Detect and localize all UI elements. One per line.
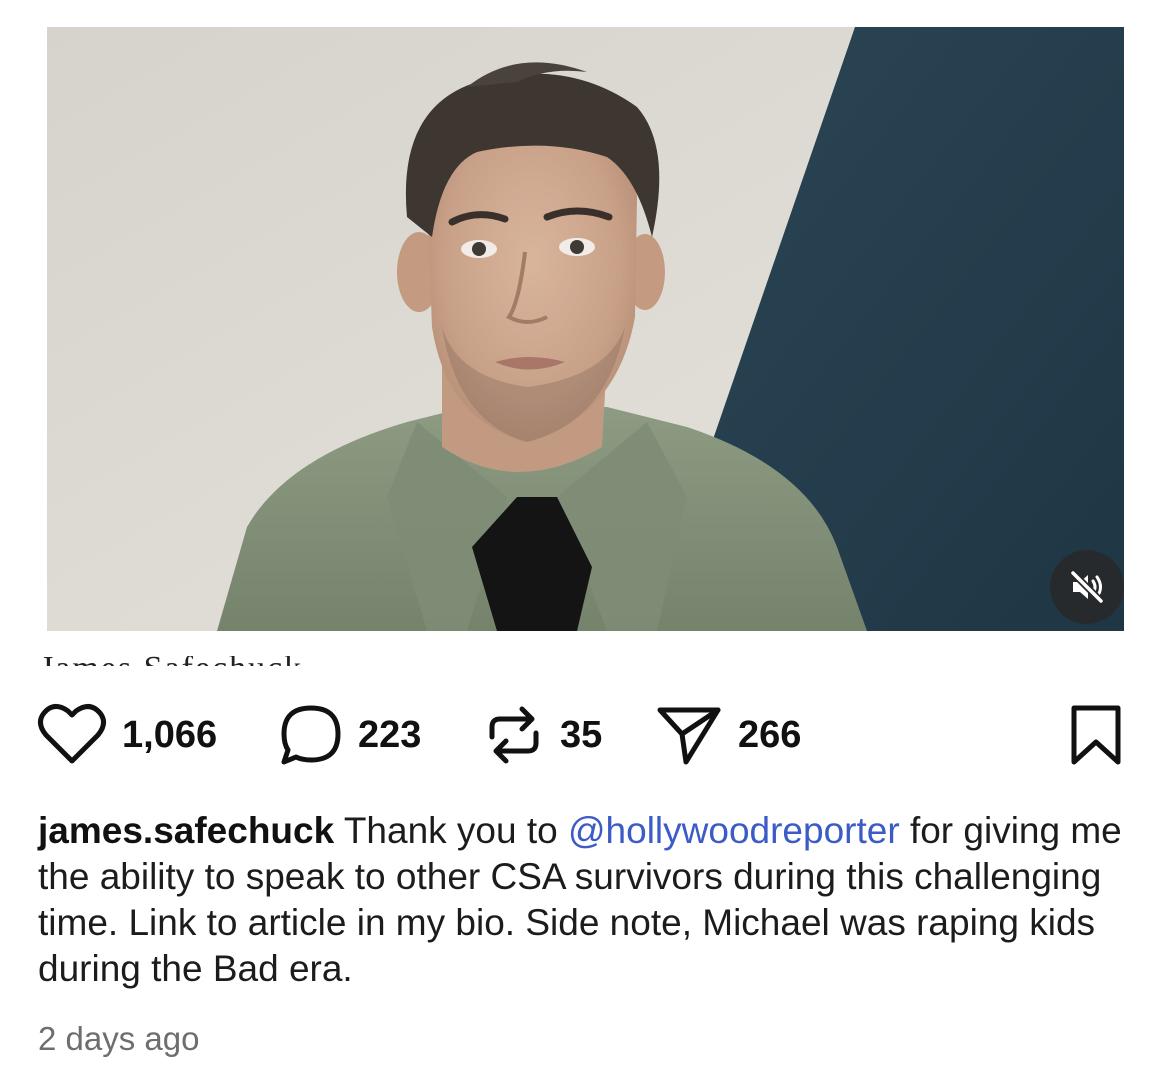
share-button[interactable]: 266 bbox=[654, 700, 801, 770]
speech-bubble-icon bbox=[281, 705, 341, 765]
bookmark-icon bbox=[1071, 705, 1121, 765]
like-count: 1,066 bbox=[122, 713, 218, 756]
repost-count: 35 bbox=[560, 713, 603, 756]
post-video[interactable] bbox=[47, 27, 1124, 631]
share-count: 266 bbox=[738, 713, 802, 756]
post-caption: james.safechuck Thank you to @hollywoodr… bbox=[38, 808, 1128, 992]
comment-count: 223 bbox=[358, 713, 422, 756]
caption-username-link[interactable]: james.safechuck bbox=[38, 810, 334, 851]
repost-arrows-icon bbox=[489, 706, 539, 764]
caption-mention-link[interactable]: @hollywoodreporter bbox=[568, 810, 900, 851]
save-button[interactable] bbox=[1066, 700, 1126, 770]
paper-plane-icon bbox=[657, 707, 721, 765]
post-action-bar: 1,066 223 35 266 bbox=[36, 700, 1136, 770]
like-button[interactable]: 1,066 bbox=[36, 700, 217, 770]
caption-text-before: Thank you to bbox=[343, 810, 558, 851]
heart-icon bbox=[38, 704, 106, 764]
media-caption-clipped: James Safechuck bbox=[40, 656, 380, 666]
mute-toggle-button[interactable] bbox=[1050, 550, 1124, 624]
comment-button[interactable]: 223 bbox=[278, 700, 421, 770]
repost-button[interactable]: 35 bbox=[482, 700, 602, 770]
speaker-muted-icon bbox=[1069, 569, 1105, 605]
video-frame-image bbox=[47, 27, 1124, 631]
post-timestamp: 2 days ago bbox=[38, 1020, 200, 1057]
media-caption-text: James Safechuck bbox=[40, 656, 303, 666]
